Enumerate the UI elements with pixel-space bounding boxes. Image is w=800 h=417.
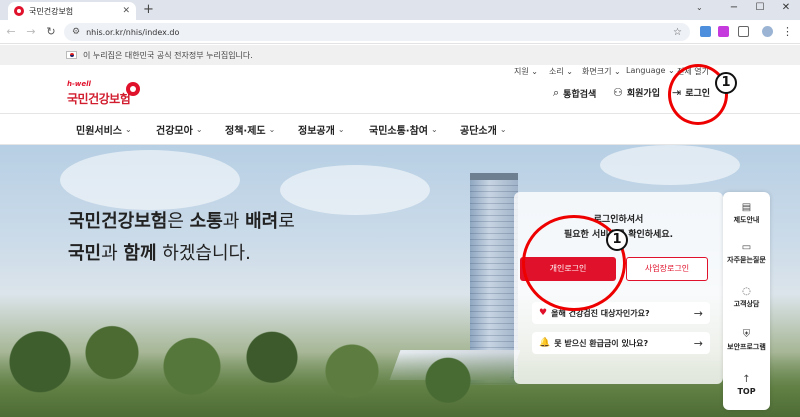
util-support-label: 지원 [514, 67, 529, 76]
forward-arrow-icon[interactable]: → [24, 25, 38, 39]
gnb-communication[interactable]: 국민소통·참여 ⌄ [369, 122, 438, 137]
arrow-right-icon: → [693, 306, 703, 320]
shield-icon: ⛨ [742, 329, 751, 340]
chevron-down-icon: ⌄ [125, 125, 132, 134]
tab-close-icon[interactable]: ✕ [122, 6, 130, 16]
gnb-label: 민원서비스 [76, 126, 122, 137]
arrow-right-icon: → [693, 336, 703, 350]
url-text[interactable]: nhis.or.kr/nhis/index.do [86, 28, 667, 37]
logo-tagline: h-well [67, 80, 91, 88]
gnb-label: 국민소통·참여 [369, 126, 428, 137]
gov-banner-text: 이 누리집은 대한민국 공식 전자정부 누리집입니다. [83, 50, 253, 60]
browser-menu-icon[interactable]: ⋮ [782, 25, 793, 38]
gov-banner: 이 누리집은 대한민국 공식 전자정부 누리집입니다. [0, 45, 800, 65]
gnb-about[interactable]: 공단소개 ⌄ [460, 122, 507, 137]
browser-tab[interactable]: 국민건강보험 ✕ [8, 2, 136, 20]
refund-card[interactable]: 🔔 못 받으신 환급금이 있나요? → [532, 332, 710, 354]
annotation-circle-personal-login [522, 215, 626, 311]
chat-bubble-icon: ◌ [742, 286, 751, 297]
tab-title: 국민건강보험 [29, 6, 74, 16]
document-icon: ▤ [741, 202, 752, 213]
util-sound[interactable]: 소리 ⌄ [549, 66, 573, 77]
hero-banner: 국민건강보험은 소통과 배려로 국민과 함께 하겠습니다. 로그인하셔서 필요한… [0, 145, 800, 417]
chevron-down-icon: ⌄ [614, 67, 621, 76]
chevron-down-icon: ⌄ [668, 66, 675, 75]
chevron-down-icon: ⌄ [499, 125, 507, 134]
reload-icon[interactable]: ↻ [44, 25, 58, 39]
extension-1-icon[interactable] [700, 26, 711, 37]
gnb-policy[interactable]: 정책·제도 ⌄ [225, 122, 275, 137]
arrow-up-icon: ↑ [742, 374, 751, 385]
chevron-down-icon: ⌄ [195, 125, 203, 134]
card-text: 못 받으신 환급금이 있나요? [554, 338, 649, 348]
util-language[interactable]: Language ⌄ [626, 66, 675, 75]
util-screen-size[interactable]: 화면크기 ⌄ [582, 66, 621, 77]
quick-system-guide[interactable]: ▤ 제도안내 [723, 202, 770, 225]
gnb-label: 정보공개 [298, 126, 335, 137]
gnb-civil-service[interactable]: 민원서비스 ⌄ [76, 122, 132, 137]
bell-icon: 🔔 [539, 338, 551, 348]
gnb-info-disclosure[interactable]: 정보공개 ⌄ [298, 122, 345, 137]
hero-headline-2: 국민과 함께 하겠습니다. [68, 243, 251, 264]
quick-menu: ▤ 제도안내 ▭ 자주묻는질문 ◌ 고객상담 ⛨ 보안프로그램 ↑ TOP [723, 192, 770, 410]
window-minimize-button[interactable]: − [722, 2, 746, 13]
logo-text: 국민건강보험 [67, 92, 131, 106]
search-button-label: 통합검색 [563, 89, 597, 100]
logo-heart-icon [126, 82, 140, 96]
gnb-health-moa[interactable]: 건강모아 ⌄ [156, 122, 203, 137]
util-sound-label: 소리 [549, 67, 564, 76]
back-arrow-icon[interactable]: ← [4, 25, 18, 39]
browser-toolbar: ← → ↻ ⚙ nhis.or.kr/nhis/index.do ☆ ⋮ [0, 20, 800, 44]
bookmark-star-icon[interactable]: ☆ [673, 27, 682, 38]
korea-flag-icon [66, 51, 77, 59]
annotation-number-badge: 1 [606, 229, 628, 251]
util-language-label: Language [626, 66, 666, 75]
browser-tab-bar: 국민건강보험 ✕ + ⌄ − ☐ ✕ [0, 0, 800, 20]
gnb-label: 정책·제도 [225, 126, 266, 137]
util-support[interactable]: 지원 ⌄ [514, 66, 538, 77]
heart-icon: ♥ [539, 308, 548, 318]
user-plus-icon: ⚇ [613, 86, 623, 99]
extension-2-icon[interactable] [718, 26, 729, 37]
util-screen-size-label: 화면크기 [582, 67, 612, 76]
quick-faq[interactable]: ▭ 자주묻는질문 [723, 242, 770, 265]
cloud-decoration [600, 145, 740, 185]
folder-search-icon: ▭ [741, 242, 752, 253]
site-logo[interactable]: h-well 국민건강보험 [67, 80, 147, 108]
scroll-top-button[interactable]: ↑ TOP [723, 374, 770, 396]
quick-consult[interactable]: ◌ 고객상담 [723, 286, 770, 309]
extensions-puzzle-icon[interactable] [738, 26, 749, 37]
search-button[interactable]: ⌕ 통합검색 [553, 86, 596, 100]
gnb-label: 건강모아 [156, 126, 193, 137]
tab-search-chevron-icon[interactable]: ⌄ [696, 3, 703, 12]
nhis-favicon-icon [14, 6, 24, 16]
new-tab-button[interactable]: + [143, 2, 154, 18]
site-info-icon[interactable]: ⚙ [72, 27, 80, 37]
profile-avatar-icon[interactable] [762, 26, 773, 37]
chevron-down-icon: ⌄ [531, 67, 538, 76]
annotation-number-badge: 1 [715, 72, 737, 94]
cloud-decoration [60, 150, 240, 210]
cloud-decoration [280, 165, 430, 215]
gnb-label: 공단소개 [460, 126, 497, 137]
join-button-label: 회원가입 [626, 89, 660, 99]
quick-security[interactable]: ⛨ 보안프로그램 [723, 329, 770, 352]
window-maximize-button[interactable]: ☐ [748, 2, 772, 13]
join-button[interactable]: ⚇ 회원가입 [613, 86, 660, 99]
search-icon: ⌕ [553, 86, 560, 99]
address-bar[interactable]: ⚙ nhis.or.kr/nhis/index.do ☆ [64, 23, 690, 41]
chevron-down-icon: ⌄ [268, 125, 276, 134]
chevron-down-icon: ⌄ [566, 67, 573, 76]
chevron-down-icon: ⌄ [431, 125, 438, 134]
chevron-down-icon: ⌄ [337, 125, 345, 134]
hero-headline-1: 국민건강보험은 소통과 배려로 [68, 211, 295, 232]
business-login-button[interactable]: 사업장로그인 [626, 257, 708, 281]
window-close-button[interactable]: ✕ [774, 2, 798, 13]
